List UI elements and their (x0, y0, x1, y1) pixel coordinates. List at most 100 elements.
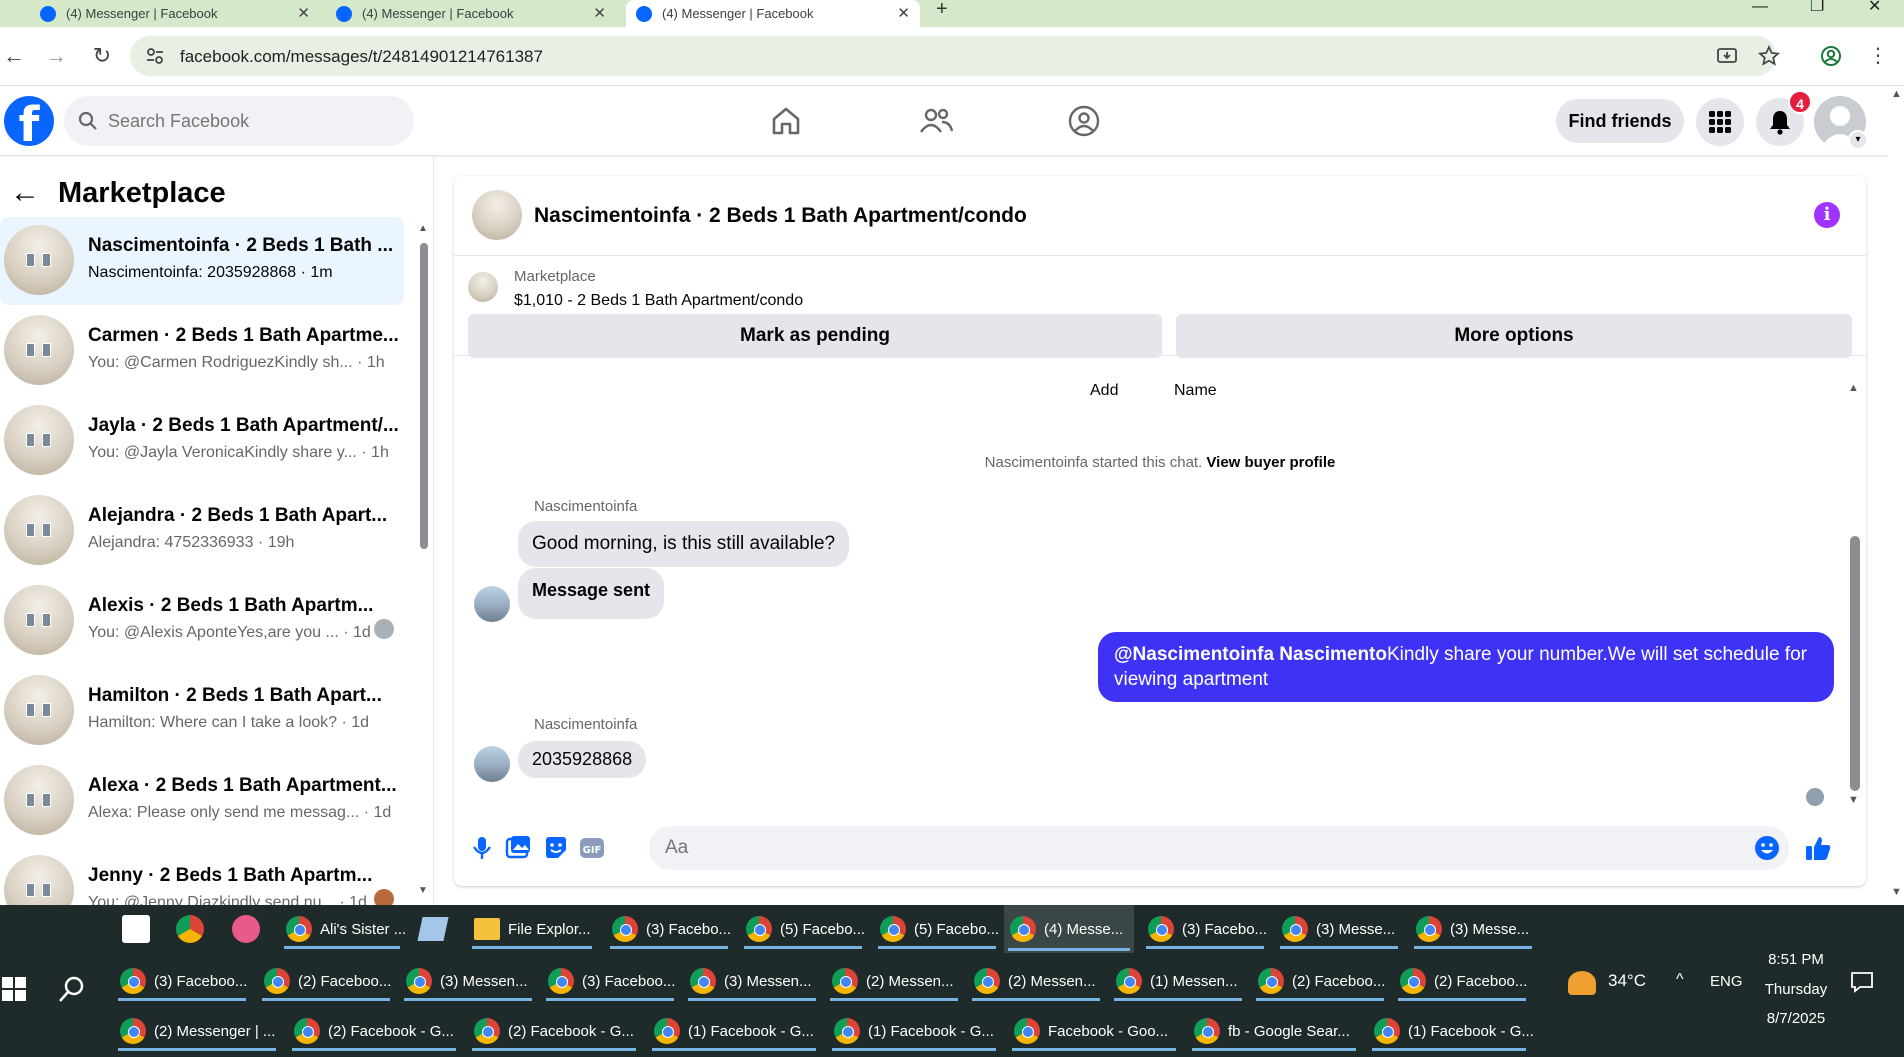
conversation-item[interactable]: Alexis · 2 Beds 1 Bath Apartm... You: @A… (0, 577, 404, 665)
back-arrow-icon[interactable]: ← (10, 176, 40, 210)
taskbar-window[interactable]: Ali's Sister ... (280, 907, 406, 951)
message-bubble-outgoing[interactable]: @Nascimentoinfa NascimentoKindly share y… (1098, 632, 1834, 702)
taskbar-window[interactable]: Facebook - Goo... (1008, 1009, 1180, 1053)
menu-button[interactable] (1696, 98, 1744, 146)
conversation-item[interactable]: Nascimentoinfa · 2 Beds 1 Bath ... Nasci… (0, 217, 404, 305)
search-input[interactable] (108, 96, 398, 146)
taskbar-window[interactable]: (3) Messe... (1276, 907, 1402, 951)
sender-avatar[interactable] (474, 586, 510, 622)
message-bubble-incoming[interactable]: Good morning, is this still available? (518, 521, 850, 567)
reload-icon[interactable]: ↻ (90, 45, 114, 69)
close-tab-icon[interactable]: ✕ (297, 4, 310, 22)
facebook-logo-icon[interactable]: f (4, 96, 54, 146)
weather-temp[interactable]: 34°C (1608, 971, 1646, 991)
clock-time[interactable]: 8:51 PM (1760, 951, 1832, 968)
taskbar-window[interactable]: (2) Messen... (826, 959, 962, 1003)
conversation-item[interactable]: Hamilton · 2 Beds 1 Bath Apart... Hamilt… (0, 667, 404, 755)
back-icon[interactable]: ← (2, 45, 26, 69)
new-tab-icon[interactable]: + (936, 0, 948, 19)
browser-tab[interactable]: (4) Messenger | Facebook ✕ (326, 0, 616, 27)
taskbar-window[interactable]: File Explor... (468, 907, 596, 951)
browser-tab-active[interactable]: (4) Messenger | Facebook ✕ (626, 0, 920, 27)
language-indicator[interactable]: ENG (1710, 973, 1743, 990)
find-friends-button[interactable]: Find friends (1556, 99, 1684, 143)
calendar-app-icon[interactable] (122, 915, 150, 943)
taskbar-window[interactable]: (1) Facebook - G... (648, 1009, 820, 1053)
sticker-icon[interactable] (542, 834, 570, 862)
site-settings-icon[interactable] (146, 47, 164, 65)
conversation-item[interactable]: Alejandra · 2 Beds 1 Bath Apart... Aleja… (0, 487, 404, 575)
taskbar-window[interactable]: (3) Messen... (684, 959, 820, 1003)
windows-start-icon[interactable] (2, 977, 26, 1001)
paint-app-icon[interactable] (232, 915, 260, 943)
sender-avatar[interactable] (474, 746, 510, 782)
thumbs-up-icon[interactable] (1804, 834, 1832, 862)
forward-icon[interactable]: → (44, 45, 68, 69)
taskbar-window[interactable]: (3) Messe... (1410, 907, 1536, 951)
groups-icon[interactable] (1066, 103, 1102, 139)
conversation-list-scrollbar[interactable]: ▲ ▼ (418, 223, 428, 899)
taskbar-window[interactable]: (3) Facebo... (1142, 907, 1268, 951)
chevron-up-icon[interactable]: ^ (1676, 971, 1684, 989)
omnibox[interactable]: facebook.com/messages/t/2481490121476138… (130, 36, 1776, 76)
scroll-down-icon[interactable]: ▼ (1891, 886, 1902, 898)
taskbar-window[interactable]: (1) Facebook - G... (1368, 1009, 1534, 1053)
chrome-icon[interactable] (176, 915, 204, 943)
taskbar-window[interactable]: (5) Facebo... (740, 907, 866, 951)
minimize-icon[interactable]: — (1752, 0, 1768, 15)
scrollbar-thumb[interactable] (1850, 536, 1860, 791)
message-bubble-incoming[interactable]: Message sent (518, 568, 665, 619)
scroll-up-icon[interactable]: ▲ (418, 223, 428, 234)
conversation-item[interactable]: Alexa · 2 Beds 1 Bath Apartment... Alexa… (0, 757, 404, 845)
clock-day[interactable]: Thursday (1760, 981, 1832, 998)
close-tab-icon[interactable]: ✕ (897, 4, 910, 22)
conversation-item[interactable]: Jenny · 2 Beds 1 Bath Apartm... You: @Je… (0, 847, 404, 905)
scroll-up-icon[interactable]: ▲ (1891, 88, 1902, 100)
info-icon[interactable]: i (1814, 202, 1840, 228)
listing-price[interactable]: $1,010 - 2 Beds 1 Bath Apartment/condo (514, 292, 803, 310)
photo-icon[interactable] (504, 834, 532, 862)
close-tab-icon[interactable]: ✕ (593, 4, 606, 22)
mark-as-pending-button[interactable]: Mark as pending (468, 314, 1162, 358)
chevron-down-icon[interactable]: ▾ (1848, 130, 1868, 150)
mention[interactable]: @Nascimentoinfa Nascimento (1114, 644, 1387, 665)
browser-tab[interactable]: (4) Messenger | Facebook ✕ (30, 0, 320, 27)
notification-center-icon[interactable] (1850, 971, 1874, 993)
weather-icon[interactable] (1568, 971, 1596, 995)
clock-date[interactable]: 8/7/2025 (1760, 1010, 1832, 1027)
chat-scrollbar[interactable]: ▲ ▼ (1848, 382, 1862, 806)
conversation-item[interactable]: Jayla · 2 Beds 1 Bath Apartment/... You:… (0, 397, 404, 485)
taskbar-window[interactable]: (2) Faceboo... (1252, 959, 1388, 1003)
scroll-up-icon[interactable]: ▲ (1848, 382, 1859, 394)
taskbar-window[interactable]: (1) Messen... (1110, 959, 1246, 1003)
more-options-button[interactable]: More options (1176, 314, 1852, 358)
scrollbar-thumb[interactable] (420, 243, 428, 549)
microphone-icon[interactable] (468, 834, 496, 862)
friends-icon[interactable] (918, 103, 954, 139)
taskbar-window[interactable]: (2) Facebook - G... (288, 1009, 460, 1053)
listing-thumbnail[interactable] (472, 190, 522, 240)
taskbar-window[interactable]: (2) Faceboo... (258, 959, 394, 1003)
emoji-icon[interactable] (1753, 834, 1781, 862)
conversation-item[interactable]: Carmen · 2 Beds 1 Bath Apartme... You: @… (0, 307, 404, 395)
search-box[interactable] (64, 96, 414, 146)
scroll-down-icon[interactable]: ▼ (1848, 794, 1859, 806)
notepad-icon[interactable] (417, 917, 449, 941)
taskbar-window[interactable]: (2) Faceboo... (1394, 959, 1530, 1003)
taskbar-window[interactable]: (3) Facebo... (606, 907, 732, 951)
taskbar-window[interactable]: (1) Facebook - G... (828, 1009, 1000, 1053)
message-bubble-incoming[interactable]: 2035928868 (518, 741, 647, 778)
browser-menu-icon[interactable]: ⋮ (1866, 45, 1890, 69)
taskbar-window-active[interactable]: (4) Messe... (1004, 905, 1134, 953)
taskbar-window[interactable]: fb - Google Sear... (1188, 1009, 1360, 1053)
taskbar-window[interactable]: (5) Facebo... (874, 907, 1000, 951)
taskbar-window[interactable]: (2) Messen... (968, 959, 1104, 1003)
add-label[interactable]: Add (1090, 382, 1118, 400)
profile-icon[interactable] (1820, 45, 1842, 67)
page-scrollbar[interactable]: ▲ ▼ (1888, 86, 1904, 906)
chat-title[interactable]: Nascimentoinfa · 2 Beds 1 Bath Apartment… (534, 204, 1027, 228)
taskbar-window[interactable]: (2) Facebook - G... (468, 1009, 640, 1053)
close-window-icon[interactable]: ✕ (1868, 0, 1881, 15)
restore-icon[interactable]: ❐ (1810, 0, 1824, 15)
search-icon[interactable] (58, 975, 86, 1003)
